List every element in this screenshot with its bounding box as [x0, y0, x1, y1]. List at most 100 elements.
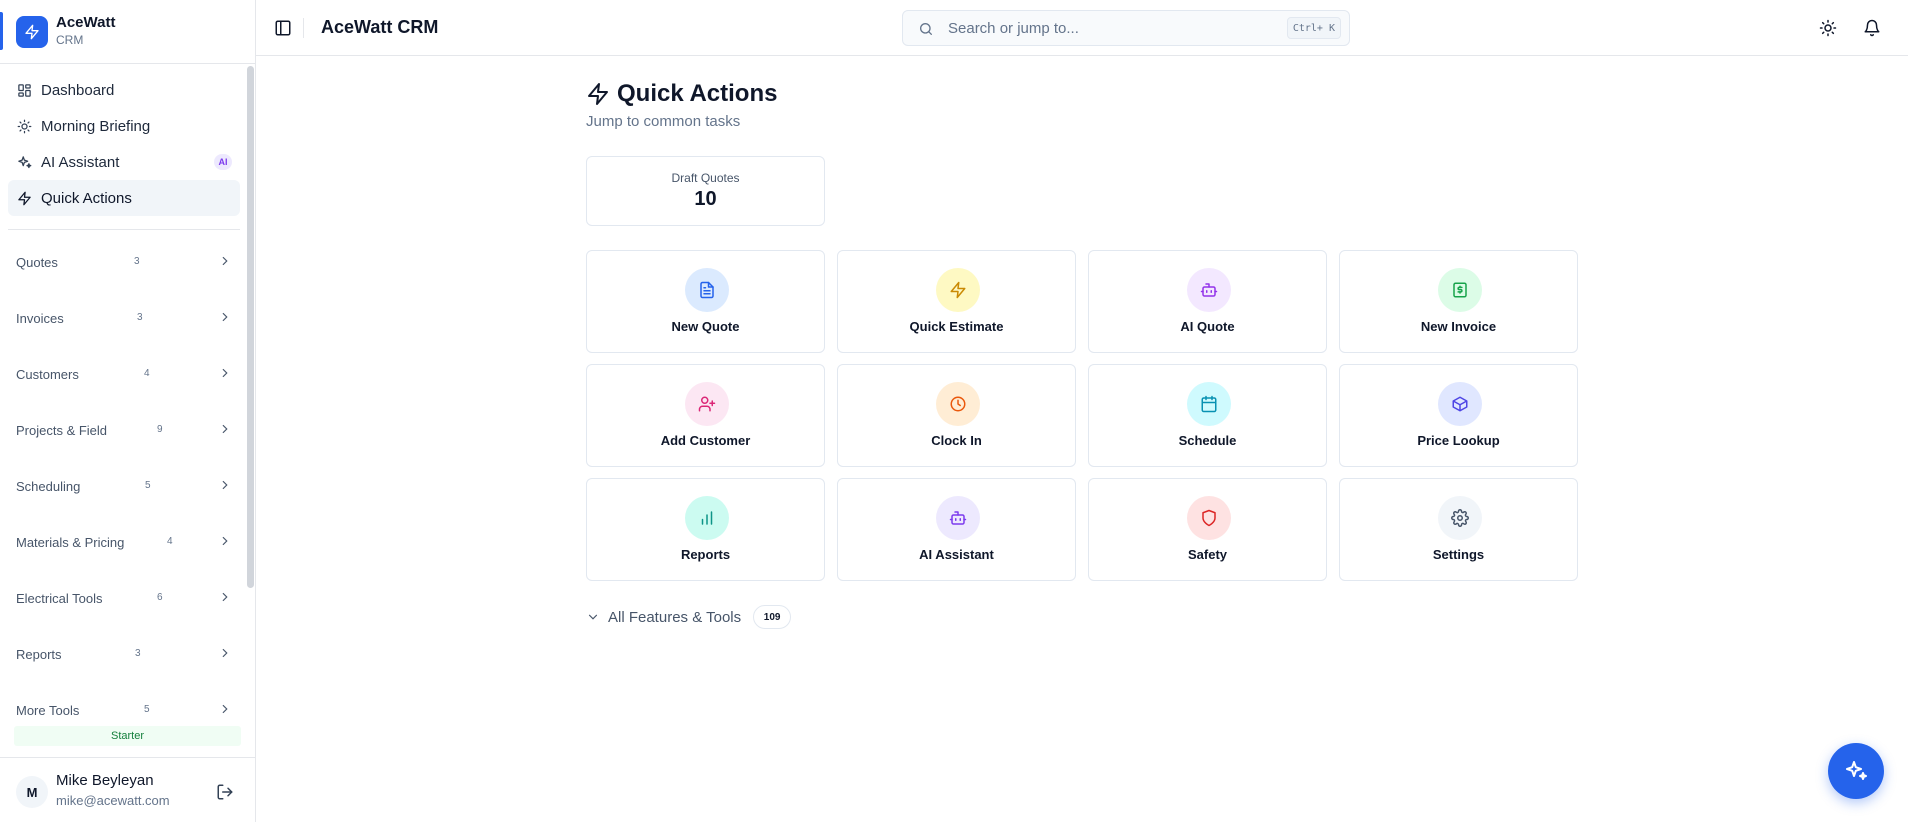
action-label: New Invoice	[1420, 319, 1497, 334]
sidebar-scrollbar[interactable]	[247, 66, 254, 588]
header-separator	[303, 18, 304, 38]
quick-actions-grid: New Quote Quick Estimate AI Quote New In…	[586, 250, 1579, 581]
action-reports[interactable]: Reports	[586, 478, 825, 581]
search-input[interactable]: Search or jump to... Ctrl+ K	[902, 10, 1350, 46]
search-placeholder: Search or jump to...	[948, 20, 1079, 37]
nav-item-dashboard[interactable]: Dashboard	[8, 72, 240, 108]
nav-group-reports[interactable]: Reports 3	[8, 626, 240, 682]
nav-group-customers[interactable]: Customers 4	[8, 346, 240, 402]
action-label: AI Assistant	[919, 547, 994, 562]
zap-icon	[588, 83, 608, 105]
draft-quotes-stat[interactable]: Draft Quotes 10	[586, 156, 825, 226]
bot-icon	[1187, 268, 1231, 312]
action-label: New Quote	[671, 319, 740, 334]
page-title: Quick Actions	[617, 80, 778, 107]
nav-group-count: 5	[145, 480, 151, 491]
action-schedule[interactable]: Schedule	[1088, 364, 1327, 467]
action-new-quote[interactable]: New Quote	[586, 250, 825, 353]
chevron-right-icon	[222, 704, 228, 714]
dollar-receipt-icon	[1438, 268, 1482, 312]
user-name: Mike Beyleyan	[56, 772, 154, 789]
action-safety[interactable]: Safety	[1088, 478, 1327, 581]
action-label: Price Lookup	[1417, 433, 1500, 448]
bell-icon[interactable]	[1863, 19, 1881, 37]
nav-group-label: Quotes	[16, 254, 58, 270]
nav-group-count: 6	[157, 592, 163, 603]
user-plus-icon	[685, 382, 729, 426]
action-price-lookup[interactable]: Price Lookup	[1339, 364, 1578, 467]
sidebar-toggle-icon[interactable]	[274, 19, 292, 37]
calendar-icon	[1187, 382, 1231, 426]
brand-sub: CRM	[56, 33, 84, 47]
grid-icon	[16, 82, 32, 98]
clock-icon	[936, 382, 980, 426]
nav-group-materials-pricing[interactable]: Materials & Pricing 4	[8, 514, 240, 570]
page-header: Quick Actions	[586, 80, 777, 108]
nav-group-label: More Tools	[16, 702, 80, 718]
action-quick-estimate[interactable]: Quick Estimate	[837, 250, 1076, 353]
brand[interactable]: AceWatt CRM	[0, 0, 255, 64]
ai-assistant-fab[interactable]	[1828, 743, 1884, 799]
all-features-toggle[interactable]: All Features & Tools 109	[586, 605, 792, 629]
gear-icon	[1438, 496, 1482, 540]
action-label: Safety	[1187, 547, 1228, 562]
stat-label: Draft Quotes	[671, 171, 740, 185]
nav-group-count: 3	[137, 312, 143, 323]
action-clock-in[interactable]: Clock In	[837, 364, 1076, 467]
action-ai-assistant[interactable]: AI Assistant	[837, 478, 1076, 581]
brand-accent-bar	[0, 12, 3, 50]
brand-name: AceWatt	[56, 14, 116, 31]
avatar[interactable]: M	[16, 776, 48, 808]
nav-item-label: Morning Briefing	[41, 117, 151, 135]
action-label: Schedule	[1178, 433, 1237, 448]
shield-icon	[1187, 496, 1231, 540]
nav-item-morning-briefing[interactable]: Morning Briefing	[8, 108, 240, 144]
sparkles-icon	[16, 154, 32, 170]
plan-badge: Starter	[14, 726, 241, 746]
all-features-count: 109	[753, 605, 792, 629]
sparkles-icon	[1846, 761, 1867, 780]
nav-group-count: 9	[157, 424, 163, 435]
action-label: Reports	[680, 547, 731, 562]
chevron-right-icon	[222, 480, 228, 490]
nav-group-scheduling[interactable]: Scheduling 5	[8, 458, 240, 514]
nav-item-label: Dashboard	[41, 81, 115, 99]
user-email: mike@acewatt.com	[56, 793, 170, 808]
package-icon	[1438, 382, 1482, 426]
chevron-right-icon	[222, 312, 228, 322]
chevron-right-icon	[222, 424, 228, 434]
chevron-right-icon	[222, 648, 228, 658]
nav-group-projects-field[interactable]: Projects & Field 9	[8, 402, 240, 458]
top-header: AceWatt CRM Search or jump to... Ctrl+ K	[256, 0, 1908, 56]
nav-group-label: Materials & Pricing	[16, 534, 125, 550]
action-label: AI Quote	[1180, 319, 1235, 334]
nav-group-electrical-tools[interactable]: Electrical Tools 6	[8, 570, 240, 626]
nav-item-label: Quick Actions	[41, 189, 132, 207]
chevron-right-icon	[222, 536, 228, 546]
ai-badge: AI	[214, 154, 232, 170]
zap-icon	[16, 190, 32, 206]
nav-group-count: 4	[144, 368, 150, 379]
nav-group-quotes[interactable]: Quotes 3	[8, 234, 240, 290]
nav-item-quick-actions[interactable]: Quick Actions	[8, 180, 240, 216]
nav-groups: Quotes 3 Invoices 3 Customers 4 Projects…	[8, 234, 240, 738]
action-new-invoice[interactable]: New Invoice	[1339, 250, 1578, 353]
nav-group-label: Customers	[16, 366, 79, 382]
logout-icon[interactable]	[216, 783, 234, 801]
app: AceWatt CRM Dashboard Morning Briefing A…	[0, 0, 1908, 822]
theme-toggle-sun-icon[interactable]	[1819, 19, 1837, 37]
chevron-right-icon	[222, 368, 228, 378]
zap-logo-icon	[16, 16, 48, 48]
action-settings[interactable]: Settings	[1339, 478, 1578, 581]
nav-item-ai-assistant[interactable]: AI Assistant AI	[8, 144, 240, 180]
search-icon	[920, 23, 932, 35]
chevron-down-icon	[588, 614, 598, 620]
nav-group-invoices[interactable]: Invoices 3	[8, 290, 240, 346]
file-text-icon	[685, 268, 729, 312]
action-add-customer[interactable]: Add Customer	[586, 364, 825, 467]
nav-group-label: Electrical Tools	[16, 590, 103, 606]
action-ai-quote[interactable]: AI Quote	[1088, 250, 1327, 353]
nav-group-count: 3	[134, 256, 140, 267]
nav-group-label: Scheduling	[16, 478, 81, 494]
nav-group-count: 4	[167, 536, 173, 547]
